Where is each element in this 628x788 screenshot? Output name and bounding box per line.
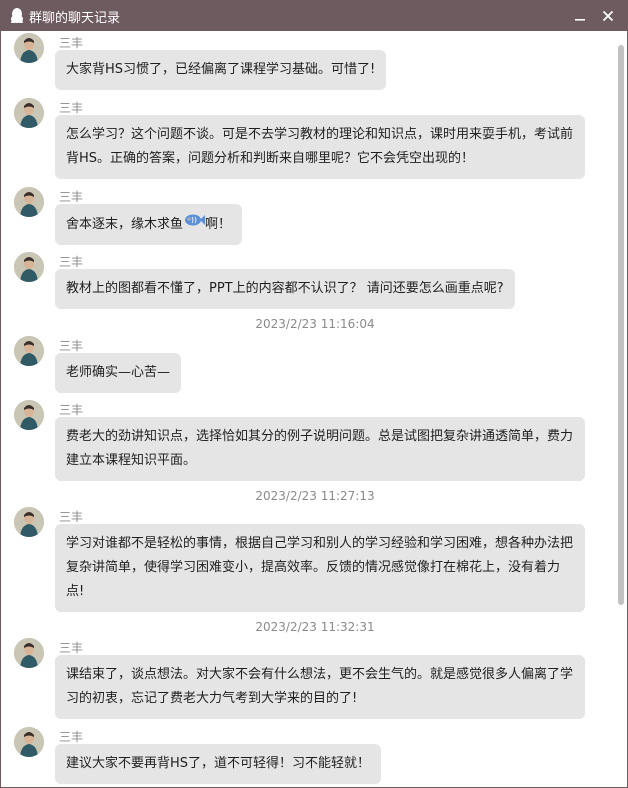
message-text: 舍本逐末，缘木求鱼 [66,217,184,232]
avatar[interactable] [14,187,44,217]
avatar[interactable] [14,98,44,128]
sender-name: 三丰 [59,339,84,353]
fish-emoji-icon [183,212,206,237]
message-bubble[interactable]: 费老大的劲讲知识点，选择恰如其分的例子说明问题。总是试图把复杂讲通透简单，费力建… [55,417,585,481]
avatar[interactable] [14,727,44,757]
message-bubble[interactable]: 建议大家不要再背HS了，道不可轻得！习不能轻就！ [55,744,382,784]
message-bubble[interactable]: 舍本逐末，缘木求鱼 啊！ [55,204,243,245]
message-list[interactable]: 三丰 大家背HS习惯了，已经偏离了课程学习基础。可惜了! 三丰 怎么学习？这个问… [1,31,613,787]
timestamp: 2023/2/23 11:32:31 [255,620,375,634]
avatar[interactable] [14,400,44,430]
timestamp: 2023/2/23 11:16:04 [255,317,375,331]
message-bubble[interactable]: 大家背HS习惯了，已经偏离了课程学习基础。可惜了! [55,50,387,90]
sender-name: 三丰 [59,403,84,417]
message-text: 啊！ [205,217,232,232]
message-bubble[interactable]: 怎么学习？这个问题不谈。可是不去学习教材的理论和知识点，课时用来耍手机，考试前背… [55,115,585,179]
avatar[interactable] [14,33,44,63]
scrollbar[interactable] [618,45,624,605]
message-bubble[interactable]: 课结束了，谈点想法。对大家不会有什么想法，更不会生气的。就是感觉很多人偏离了学习… [55,655,585,719]
message-bubble[interactable]: 教材上的图都看不懂了，PPT上的内容都不认识了？ 请问还要怎么画重点呢? [55,269,515,309]
avatar[interactable] [14,507,44,537]
close-icon [602,10,614,22]
sender-name: 三丰 [59,101,84,115]
minimize-button[interactable] [565,1,595,31]
avatar[interactable] [14,336,44,366]
penguin-icon [9,7,25,25]
chat-history-window: 群聊的聊天记录 三丰 大家背HS习惯了，已经偏离了课程学习基础。可惜了! 三丰 … [0,0,628,788]
timestamp: 2023/2/23 11:27:13 [255,489,375,503]
minimize-icon [575,19,585,21]
avatar[interactable] [14,638,44,668]
message-bubble[interactable]: 老师确实—心苦— [55,353,182,393]
message-bubble[interactable]: 学习对谁都不是轻松的事情，根据自己学习和别人的学习经验和学习困难，想各种办法把复… [55,524,585,612]
sender-name: 三丰 [59,190,84,204]
close-button[interactable] [593,1,623,31]
sender-name: 三丰 [59,36,84,50]
sender-name: 三丰 [59,510,84,524]
sender-name: 三丰 [59,255,84,269]
sender-name: 三丰 [59,730,84,744]
title-bar[interactable]: 群聊的聊天记录 [1,1,627,31]
window-title: 群聊的聊天记录 [29,10,121,26]
avatar[interactable] [14,252,44,282]
sender-name: 三丰 [59,641,84,655]
